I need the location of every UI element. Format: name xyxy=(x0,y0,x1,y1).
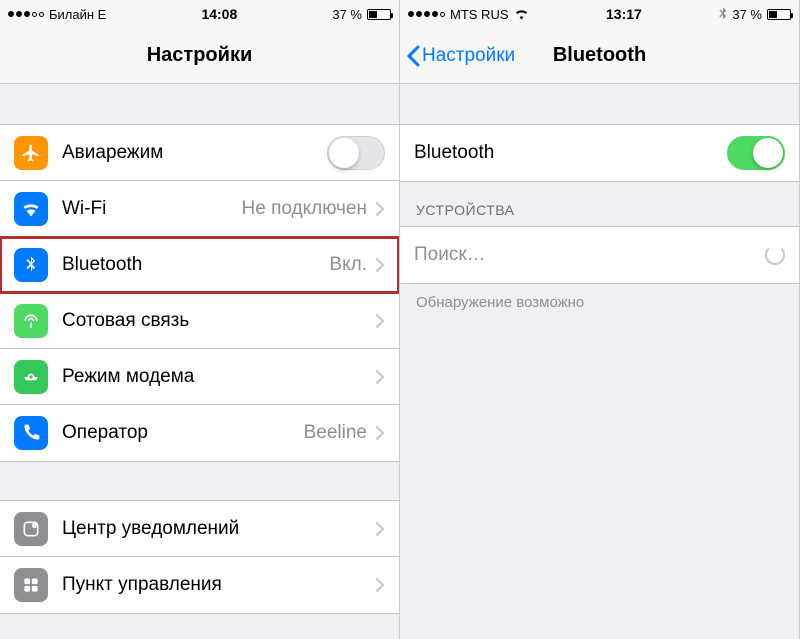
row-wifi-label: Wi-Fi xyxy=(62,198,242,220)
row-airplane-label: Авиарежим xyxy=(62,142,327,164)
chevron-right-icon xyxy=(375,369,385,385)
carrier-label: Билайн E xyxy=(49,7,106,22)
row-search: Поиск… xyxy=(400,227,799,283)
chevron-right-icon xyxy=(375,521,385,537)
row-wifi-value: Не подключен xyxy=(242,198,368,220)
header: Настройки Bluetooth xyxy=(400,28,799,84)
control-center-icon xyxy=(14,568,48,602)
airplane-icon xyxy=(14,136,48,170)
phone-left-settings: Билайн E 14:08 37 % Настройки Авиарежим xyxy=(0,0,400,639)
row-cellular-label: Сотовая связь xyxy=(62,310,375,332)
chevron-right-icon xyxy=(375,313,385,329)
row-control-center[interactable]: Пункт управления xyxy=(0,557,399,613)
devices-group: Поиск… xyxy=(400,226,799,284)
battery-icon xyxy=(367,9,391,20)
cellular-icon xyxy=(14,304,48,338)
discoverable-footer: Обнаружение возможно xyxy=(400,284,799,321)
settings-group-1: Авиарежим Wi-Fi Не подключен Bluetooth В… xyxy=(0,124,399,462)
row-search-label: Поиск… xyxy=(414,244,765,266)
wifi-status-icon xyxy=(514,8,529,20)
bluetooth-toggle-group: Bluetooth xyxy=(400,124,799,182)
devices-section-header: УСТРОЙСТВА xyxy=(400,182,799,226)
phone-right-bluetooth: MTS RUS 13:17 37 % Настройки Bluetooth xyxy=(400,0,800,639)
row-carrier[interactable]: Оператор Beeline xyxy=(0,405,399,461)
notifications-icon xyxy=(14,512,48,546)
status-time: 14:08 xyxy=(201,6,237,22)
row-bluetooth-toggle[interactable]: Bluetooth xyxy=(400,125,799,181)
row-bluetooth[interactable]: Bluetooth Вкл. xyxy=(0,237,399,293)
row-airplane[interactable]: Авиарежим xyxy=(0,125,399,181)
battery-icon xyxy=(767,9,791,20)
chevron-right-icon xyxy=(375,201,385,217)
row-hotspot-label: Режим модема xyxy=(62,366,375,388)
row-notifications[interactable]: Центр уведомлений xyxy=(0,501,399,557)
row-bluetooth-value: Вкл. xyxy=(329,254,367,276)
row-wifi[interactable]: Wi-Fi Не подключен xyxy=(0,181,399,237)
wifi-icon xyxy=(14,192,48,226)
row-bluetooth-label: Bluetooth xyxy=(414,142,727,164)
header: Настройки xyxy=(0,28,399,84)
status-time: 13:17 xyxy=(606,6,642,22)
battery-percent: 37 % xyxy=(732,7,762,22)
row-notifications-label: Центр уведомлений xyxy=(62,518,375,540)
settings-list-scroll[interactable]: Авиарежим Wi-Fi Не подключен Bluetooth В… xyxy=(0,84,399,639)
chevron-right-icon xyxy=(375,257,385,273)
bluetooth-toggle[interactable] xyxy=(727,136,785,170)
hotspot-icon xyxy=(14,360,48,394)
row-control-label: Пункт управления xyxy=(62,574,375,596)
row-carrier-label: Оператор xyxy=(62,422,304,444)
back-button[interactable]: Настройки xyxy=(406,45,515,67)
carrier-label: MTS RUS xyxy=(450,7,509,22)
bluetooth-scroll[interactable]: Bluetooth УСТРОЙСТВА Поиск… Обнаружение … xyxy=(400,84,799,639)
row-hotspot[interactable]: Режим модема xyxy=(0,349,399,405)
page-title: Bluetooth xyxy=(553,44,646,67)
spinner-icon xyxy=(765,245,785,265)
phone-icon xyxy=(14,416,48,450)
chevron-right-icon xyxy=(375,425,385,441)
signal-dots-icon xyxy=(408,11,445,17)
bluetooth-status-icon xyxy=(719,7,727,21)
row-carrier-value: Beeline xyxy=(304,422,367,444)
back-label: Настройки xyxy=(422,45,515,67)
settings-group-2: Центр уведомлений Пункт управления xyxy=(0,500,399,614)
page-title: Настройки xyxy=(147,44,253,67)
battery-percent: 37 % xyxy=(332,7,362,22)
row-cellular[interactable]: Сотовая связь xyxy=(0,293,399,349)
signal-dots-icon xyxy=(8,11,44,17)
chevron-left-icon xyxy=(406,45,420,67)
airplane-toggle[interactable] xyxy=(327,136,385,170)
row-bluetooth-label: Bluetooth xyxy=(62,254,329,276)
status-bar: Билайн E 14:08 37 % xyxy=(0,0,399,28)
chevron-right-icon xyxy=(375,577,385,593)
bluetooth-icon xyxy=(14,248,48,282)
status-bar: MTS RUS 13:17 37 % xyxy=(400,0,799,28)
